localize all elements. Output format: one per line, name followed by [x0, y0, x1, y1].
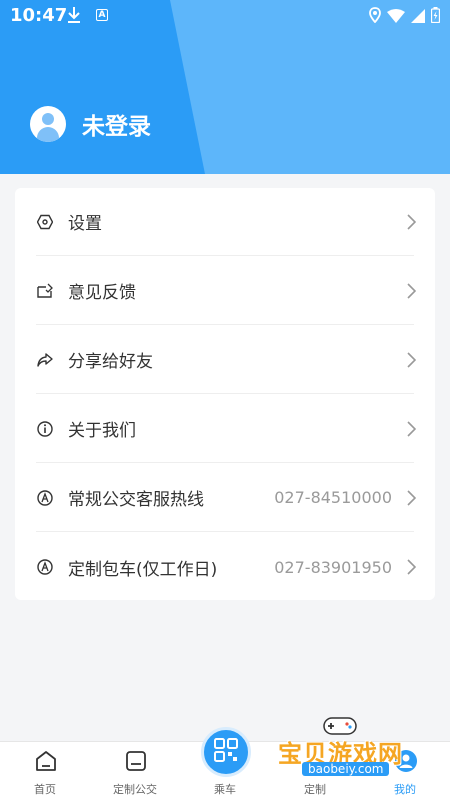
app-badge-icon: A: [96, 9, 108, 21]
avatar[interactable]: [30, 106, 66, 142]
qr-code-icon: [213, 737, 239, 767]
tab-label: 乘车: [214, 783, 236, 796]
menu-item-feedback[interactable]: 意见反馈: [36, 257, 417, 325]
menu-item-settings[interactable]: 设置: [36, 188, 417, 256]
download-icon: [67, 6, 81, 28]
chevron-right-icon: [407, 214, 417, 234]
tab-custom-bus[interactable]: 定制公交: [90, 742, 180, 800]
chevron-right-icon: [407, 559, 417, 579]
menu-item-label: 定制包车(仅工作日): [68, 559, 218, 580]
menu-item-label: 常规公交客服热线: [68, 490, 204, 510]
user-name[interactable]: 未登录: [82, 107, 151, 141]
chevron-right-icon: [407, 421, 417, 441]
location-icon: [369, 7, 381, 27]
menu-item-about[interactable]: 关于我们: [36, 395, 417, 463]
profile-header: 10:47 A 未登录: [0, 0, 450, 174]
hotline-number[interactable]: 027-84510000: [274, 488, 392, 507]
hotline-icon: [36, 558, 54, 576]
chevron-right-icon: [407, 490, 417, 510]
share-icon: [36, 351, 54, 369]
signal-icon: [411, 8, 425, 27]
scan-qr-button[interactable]: [201, 727, 251, 777]
avatar-body: [37, 127, 59, 142]
status-bar: 10:47 A: [0, 0, 450, 32]
login-prompt[interactable]: 未登录: [30, 106, 151, 142]
menu-card: 设置 意见反馈 分享给好友 关于我们 常规公交客服热线 027-84510000: [15, 188, 435, 600]
avatar-head: [42, 113, 54, 125]
watermark-url: baobeiy.com: [302, 762, 390, 776]
menu-item-share[interactable]: 分享给好友: [36, 326, 417, 394]
tab-label: 定制公交: [113, 783, 157, 796]
menu-item-label: 设置: [68, 214, 102, 234]
menu-item-label: 分享给好友: [68, 352, 153, 372]
hotline-number[interactable]: 027-83901950: [274, 558, 392, 577]
home-icon: [34, 749, 58, 777]
wifi-icon: [387, 8, 405, 27]
watermark: 宝贝游戏网 baobeiy.com: [272, 712, 422, 784]
menu-item-bus-hotline[interactable]: 常规公交客服热线 027-84510000: [36, 464, 417, 532]
menu-item-charter-hotline[interactable]: 定制包车(仅工作日) 027-83901950: [36, 533, 417, 601]
battery-icon: [430, 7, 441, 27]
gear-icon: [36, 213, 54, 231]
chevron-right-icon: [407, 283, 417, 303]
menu-item-label: 关于我们: [68, 421, 136, 441]
status-time: 10:47: [10, 5, 68, 26]
bus-icon: [124, 749, 148, 777]
chevron-right-icon: [407, 352, 417, 372]
info-icon: [36, 420, 54, 438]
feedback-icon: [36, 282, 54, 300]
tab-home[interactable]: 首页: [0, 742, 90, 800]
menu-item-label: 意见反馈: [68, 283, 136, 303]
tab-label: 首页: [34, 783, 56, 796]
hotline-icon: [36, 489, 54, 507]
